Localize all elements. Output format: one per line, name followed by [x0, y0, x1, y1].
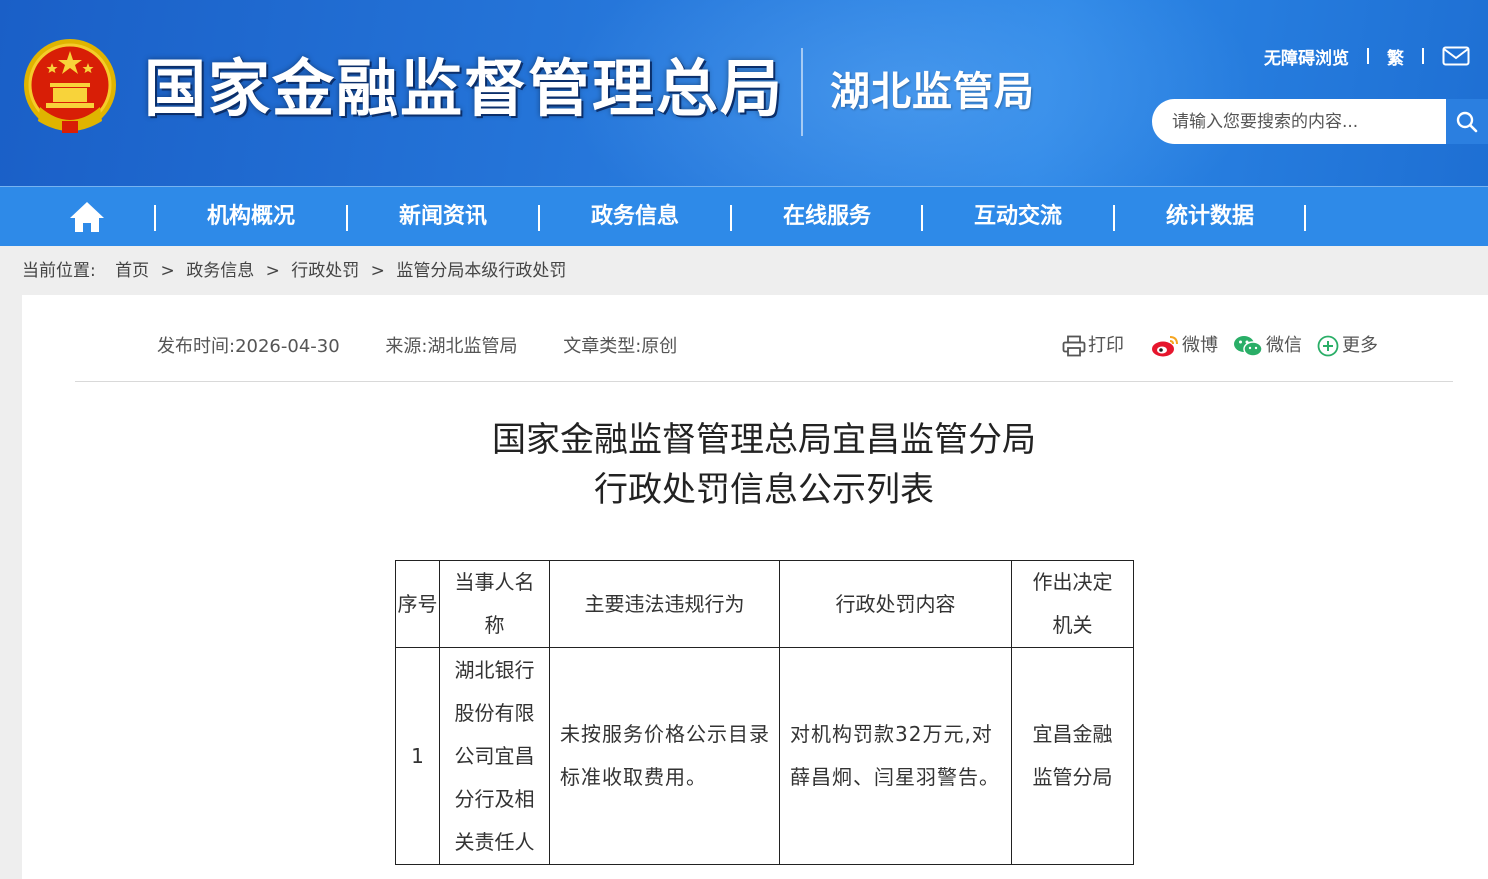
header-violation: 主要违法违规行为: [549, 560, 780, 648]
nav-item-news[interactable]: 新闻资讯: [348, 201, 538, 233]
sub-title: 湖北监管局: [830, 69, 1035, 115]
home-icon[interactable]: [68, 199, 106, 235]
nav-separator: [1304, 205, 1306, 231]
site-title: 国家金融监督管理总局: [144, 52, 785, 125]
breadcrumb-administrative-penalty[interactable]: 行政处罚: [291, 261, 359, 281]
national-emblem-icon: [24, 39, 116, 133]
header-no: 序号: [395, 560, 440, 648]
breadcrumb-separator: >: [160, 261, 175, 281]
cell-violation: 未按服务价格公示目录标准收取费用。: [549, 647, 780, 865]
weibo-share-button[interactable]: 微博: [1150, 332, 1218, 360]
meta-divider: [75, 381, 1453, 382]
breadcrumb-separator: >: [265, 261, 280, 281]
mail-icon[interactable]: [1442, 46, 1470, 66]
search-icon: [1456, 111, 1478, 132]
plus-circle-icon: [1317, 335, 1339, 357]
article-title-line2: 行政处罚信息公示列表: [594, 470, 934, 510]
header-authority: 作出决定机关: [1011, 560, 1134, 648]
print-label: 打印: [1088, 335, 1124, 356]
accessible-browse-link[interactable]: 无障碍浏览: [1264, 44, 1349, 69]
traditional-chinese-link[interactable]: 繁: [1387, 44, 1404, 69]
nav-item-government-info[interactable]: 政务信息: [540, 201, 730, 233]
table-row: 1 湖北银行股份有限公司宜昌分行及相关责任人 未按服务价格公示目录标准收取费用。…: [395, 647, 1134, 865]
breadcrumb-current[interactable]: 监管分局本级行政处罚: [396, 261, 566, 281]
share-bar: 打印 微博 微信 更多: [1062, 332, 1392, 360]
wechat-icon: [1234, 336, 1263, 357]
nav-item-organization[interactable]: 机构概况: [156, 201, 346, 233]
article-source: 来源:湖北监管局: [385, 336, 518, 357]
link-separator: [1367, 48, 1369, 64]
weibo-label: 微博: [1182, 335, 1218, 356]
link-separator: [1422, 48, 1424, 64]
breadcrumb-government-info[interactable]: 政务信息: [186, 261, 254, 281]
penalty-table: 序号 当事人名称 主要违法违规行为 行政处罚内容 作出决定机关 1 湖北银行股份…: [395, 560, 1134, 865]
more-share-button[interactable]: 更多: [1316, 332, 1378, 360]
cell-penalty: 对机构罚款32万元,对薛昌炯、闫星羽警告。: [779, 647, 1012, 865]
article-title-line1: 国家金融监督管理总局宜昌监管分局: [492, 420, 1036, 460]
table-header-row: 序号 当事人名称 主要违法违规行为 行政处罚内容 作出决定机关: [395, 560, 1134, 648]
site-header: 国家金融监督管理总局 湖北监管局 无障碍浏览 繁: [0, 0, 1488, 186]
breadcrumb-home[interactable]: 首页: [115, 261, 149, 281]
printer-icon: [1062, 335, 1086, 357]
breadcrumb-separator: >: [370, 261, 385, 281]
breadcrumb: 当前位置: 首页 > 政务信息 > 行政处罚 > 监管分局本级行政处罚: [22, 258, 566, 284]
top-links: 无障碍浏览 繁: [1264, 42, 1470, 70]
nav-item-statistics[interactable]: 统计数据: [1115, 201, 1305, 233]
cell-party: 湖北银行股份有限公司宜昌分行及相关责任人: [439, 647, 550, 865]
cell-authority: 宜昌金融监管分局: [1011, 647, 1134, 865]
title-divider: [801, 48, 803, 136]
article-type: 文章类型:原创: [563, 336, 678, 357]
search-box: [1152, 99, 1488, 144]
nav-item-online-service[interactable]: 在线服务: [732, 201, 922, 233]
print-button[interactable]: 打印: [1062, 332, 1124, 360]
main-nav: 机构概况 新闻资讯 政务信息 在线服务 互动交流 统计数据: [0, 186, 1488, 246]
breadcrumb-label: 当前位置:: [22, 261, 96, 281]
nav-item-interaction[interactable]: 互动交流: [923, 201, 1113, 233]
header-penalty: 行政处罚内容: [779, 560, 1012, 648]
wechat-share-button[interactable]: 微信: [1232, 332, 1302, 360]
header-party: 当事人名称: [439, 560, 550, 648]
article-meta: 发布时间:2026-04-30 来源:湖北监管局 文章类型:原创: [157, 333, 717, 361]
publish-time: 发布时间:2026-04-30: [157, 336, 340, 357]
weibo-icon: [1152, 336, 1178, 357]
article-title: 国家金融监督管理总局宜昌监管分局 行政处罚信息公示列表: [22, 415, 1488, 515]
article-container: 发布时间:2026-04-30 来源:湖北监管局 文章类型:原创 打印 微博 微…: [22, 295, 1488, 879]
more-label: 更多: [1342, 335, 1378, 356]
wechat-label: 微信: [1266, 335, 1302, 356]
search-input[interactable]: [1152, 99, 1446, 144]
cell-no: 1: [395, 647, 440, 865]
search-button[interactable]: [1446, 99, 1488, 144]
